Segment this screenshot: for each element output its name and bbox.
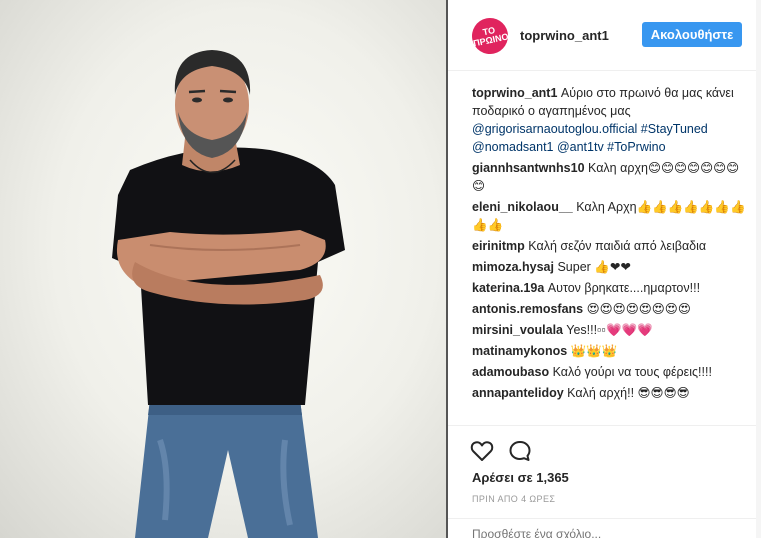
- comment-text: 👑👑👑: [570, 344, 618, 358]
- caption-mentions[interactable]: @grigorisarnaoutoglou.official #StayTune…: [472, 122, 708, 154]
- comment-username[interactable]: antonis.remosfans: [472, 302, 583, 316]
- post-time[interactable]: ΠΡΙΝ ΑΠΟ 4 ΩΡΕΣ: [472, 494, 555, 504]
- post-side-panel: ΤΟ ΠΡΩΙΝΟ toprwino_ant1 Ακολουθήστε topr…: [448, 0, 761, 538]
- comment: antonis.remosfans 😍😍😍😍😍😍😍😍: [472, 300, 752, 318]
- comment: giannhsantwnhs10 Καλη αρχη😊😊😊😊😊😊😊😊: [472, 159, 752, 195]
- comment-text: 😍😍😍😍😍😍😍😍: [586, 302, 691, 316]
- comment-text: Καλό γούρι να τους φέρεις!!!!: [552, 365, 712, 379]
- comment-icon[interactable]: [508, 440, 532, 467]
- heart-icon[interactable]: [470, 440, 494, 467]
- post-photo[interactable]: [0, 0, 446, 538]
- comment: annapantelidoy Καλή αρχή!! 😎😎😎😎: [472, 384, 752, 402]
- scrollbar[interactable]: [756, 0, 761, 538]
- comment-username[interactable]: mimoza.hysaj: [472, 260, 554, 274]
- post-header: ΤΟ ΠΡΩΙΝΟ toprwino_ant1 Ακολουθήστε: [448, 0, 756, 71]
- comment-username[interactable]: eirinitmp: [472, 239, 525, 253]
- comment: katerina.19a Αυτον βρηκατε....ημαρτον!!!: [472, 279, 752, 297]
- follow-button[interactable]: Ακολουθήστε: [642, 22, 742, 47]
- profile-avatar[interactable]: ΤΟ ΠΡΩΙΝΟ: [468, 14, 512, 58]
- comment-text: Καλή αρχή!! 😎😎😎😎: [567, 386, 690, 400]
- comment-username[interactable]: giannhsantwnhs10: [472, 161, 585, 175]
- comment-username[interactable]: mirsini_voulala: [472, 323, 563, 337]
- avatar-text: ΤΟ ΠΡΩΙΝΟ: [472, 24, 510, 49]
- person-photo-illustration: [112, 50, 345, 538]
- caption-username[interactable]: toprwino_ant1: [472, 86, 557, 100]
- comment: mimoza.hysaj Super 👍❤❤: [472, 258, 752, 276]
- comment-text: Καλή σεζόν παιδιά από λειβαδια: [528, 239, 707, 253]
- comment-text: Super 👍❤❤: [557, 260, 631, 274]
- comment-text: Yes!!!▫▫💗💗💗: [566, 323, 653, 337]
- comment-username[interactable]: annapantelidoy: [472, 386, 564, 400]
- add-comment-section: [448, 518, 756, 538]
- header-username[interactable]: toprwino_ant1: [520, 28, 609, 43]
- comment: matinamykonos 👑👑👑: [472, 342, 752, 360]
- add-comment-input[interactable]: [472, 527, 722, 538]
- comment: mirsini_voulala Yes!!!▫▫💗💗💗: [472, 321, 752, 339]
- comment-username[interactable]: eleni_nikolaou__: [472, 200, 573, 214]
- comment-username[interactable]: katerina.19a: [472, 281, 544, 295]
- likes-count[interactable]: Αρέσει σε 1,365: [472, 470, 569, 485]
- caption: toprwino_ant1 Αύριο στο πρωινό θα μας κά…: [472, 84, 752, 156]
- post-actions: Αρέσει σε 1,365 ΠΡΙΝ ΑΠΟ 4 ΩΡΕΣ: [448, 425, 756, 538]
- comment: eleni_nikolaou__ Καλη Αρχη👍👍👍👍👍👍👍👍👍: [472, 198, 752, 234]
- comments-list: toprwino_ant1 Αύριο στο πρωινό θα μας κά…: [472, 84, 752, 405]
- comment: eirinitmp Καλή σεζόν παιδιά από λειβαδια: [472, 237, 752, 255]
- comment-username[interactable]: adamoubaso: [472, 365, 549, 379]
- comment: adamoubaso Καλό γούρι να τους φέρεις!!!!: [472, 363, 752, 381]
- comment-username[interactable]: matinamykonos: [472, 344, 567, 358]
- comment-text: Αυτον βρηκατε....ημαρτον!!!: [547, 281, 701, 295]
